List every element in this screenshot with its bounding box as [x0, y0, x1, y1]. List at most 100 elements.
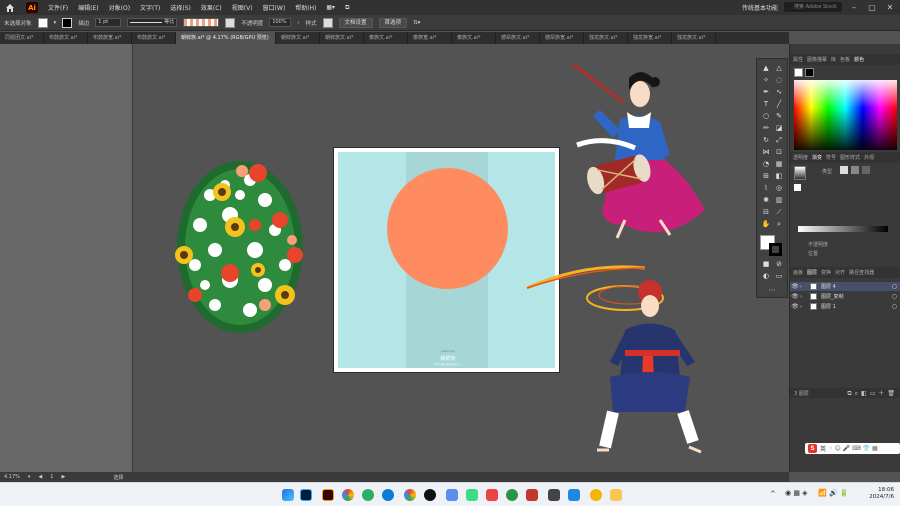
tray-overflow-icon[interactable]: ^ — [770, 490, 776, 498]
more-tools-icon[interactable]: ⋯ — [767, 285, 777, 295]
browser-icon[interactable] — [404, 489, 416, 501]
drum-dancer-illustration[interactable] — [565, 60, 705, 240]
tab-artboards[interactable]: 画板 — [793, 269, 803, 276]
maximize-icon[interactable]: ▢ — [866, 3, 878, 12]
pencil-tool-icon[interactable]: ✏ — [761, 123, 771, 133]
curvature-tool-icon[interactable]: ∿ — [774, 87, 784, 97]
hand-tool-icon[interactable]: ✋ — [761, 219, 771, 229]
expand-arrow-icon[interactable]: › — [800, 294, 802, 300]
magic-wand-tool-icon[interactable]: ✧ — [761, 75, 771, 85]
tab-image-trace[interactable]: 图像描摹 — [807, 56, 827, 63]
app-icon[interactable] — [568, 489, 580, 501]
document-tab[interactable]: 朝鲜旅文.ai* — [320, 32, 364, 44]
app-icon[interactable] — [526, 489, 538, 501]
app-icon[interactable] — [466, 489, 478, 501]
ime-mode[interactable]: 英 — [820, 444, 826, 453]
eyedropper-tool-icon[interactable]: ⌇ — [761, 183, 771, 193]
start-windows-icon[interactable] — [282, 489, 294, 501]
color-mode-icon[interactable]: ■ — [761, 259, 771, 269]
zoom-tool-icon[interactable]: ⌕ — [774, 219, 784, 229]
menu-window[interactable]: 窗口(W) — [263, 3, 286, 12]
lasso-tool-icon[interactable]: ◌ — [774, 75, 784, 85]
document-tab[interactable]: 独龙族宽.ai* — [628, 32, 672, 44]
expand-arrow-icon[interactable]: › — [800, 284, 802, 290]
brush-definition-field[interactable] — [183, 18, 220, 27]
blend-tool-icon[interactable]: ◎ — [774, 183, 784, 193]
share-icon[interactable]: ⧉ — [345, 4, 349, 12]
target-circle-icon[interactable]: ○ — [892, 303, 897, 310]
app-icon[interactable] — [506, 489, 518, 501]
network-volume-icons[interactable]: 📶 🔊 🔋 — [818, 489, 849, 497]
chevron-down-icon[interactable]: ▾ — [54, 20, 57, 26]
menu-file[interactable]: 文件(F) — [48, 3, 68, 12]
menu-type[interactable]: 文字(T) — [140, 3, 160, 12]
document-tab[interactable]: 布鼓旅文.ai* — [132, 32, 176, 44]
expand-arrow-icon[interactable]: › — [800, 304, 802, 310]
linear-gradient-button[interactable] — [840, 166, 848, 174]
document-tab[interactable]: 布鼓旅文.ai* — [44, 32, 88, 44]
tab-align[interactable]: 对齐 — [835, 269, 845, 276]
menu-effect[interactable]: 效果(C) — [201, 3, 222, 12]
line-tool-icon[interactable]: ╱ — [774, 99, 784, 109]
prev-artboard-icon[interactable]: ◀ — [38, 474, 42, 480]
layer-actions-icons[interactable]: ⧉⌕◧▭＋🗑 — [847, 388, 900, 398]
document-tab[interactable]: 独龙族文.ai* — [584, 32, 628, 44]
tab-symbols[interactable]: 符号 — [826, 154, 836, 161]
orange-sun-circle[interactable] — [387, 168, 508, 289]
ribbon-dancer-illustration[interactable] — [525, 262, 710, 462]
document-tab[interactable]: 德昂族文.ai* — [496, 32, 540, 44]
home-icon[interactable] — [4, 2, 16, 14]
edge-icon[interactable] — [382, 489, 394, 501]
tab-pathfinder[interactable]: 路径查找器 — [849, 269, 874, 276]
sogou-logo-icon[interactable]: S — [808, 444, 817, 453]
layer-row[interactable]: 👁 › 图层 1 ○ — [790, 302, 900, 311]
tab-color[interactable]: 颜色 — [854, 56, 864, 63]
tab-gradient[interactable]: 渐变 — [812, 154, 822, 161]
zoom-level[interactable]: 4.17% — [4, 474, 20, 480]
pen-tool-icon[interactable]: ✒ — [761, 87, 771, 97]
radial-gradient-button[interactable] — [851, 166, 859, 174]
free-transform-tool-icon[interactable]: ⊡ — [774, 147, 784, 157]
freeform-gradient-button[interactable] — [862, 166, 870, 174]
zoom-dropdown-icon[interactable]: ▾ — [28, 474, 31, 480]
workspace-switcher[interactable]: 传统基本功能 — [742, 3, 778, 12]
tab-graphic-styles[interactable]: 图形样式 — [840, 154, 860, 161]
document-setup-button[interactable]: 文档设置 — [338, 17, 373, 28]
direct-selection-tool-icon[interactable]: △ — [774, 63, 784, 73]
perspective-grid-tool-icon[interactable]: ▦ — [774, 159, 784, 169]
menu-view[interactable]: 视图(V) — [232, 3, 253, 12]
document-tab[interactable]: 傣族宽.ai* — [408, 32, 452, 44]
mesh-tool-icon[interactable]: ⊞ — [761, 171, 771, 181]
artboard-number[interactable]: 1 — [50, 474, 53, 480]
layer-row[interactable]: 👁 › 图层 4 ○ — [790, 282, 900, 291]
flower-bouquet-illustration[interactable] — [170, 155, 320, 335]
menu-edit[interactable]: 编辑(E) — [78, 3, 98, 12]
column-graph-tool-icon[interactable]: ▥ — [774, 195, 784, 205]
app-icon[interactable] — [548, 489, 560, 501]
wechat-icon[interactable] — [362, 489, 374, 501]
document-tab-active[interactable]: 朝鲜族.ai* @ 4.17% (RGB/GPU 预览) — [176, 32, 276, 44]
document-tab[interactable]: 独龙族文.ai* — [672, 32, 716, 44]
tab-libraries[interactable]: 库 — [831, 56, 836, 63]
document-tab[interactable]: 布鼓旅宽.ai* — [88, 32, 132, 44]
illustrator-taskbar-icon[interactable] — [322, 489, 334, 501]
menu-object[interactable]: 对象(O) — [109, 3, 130, 12]
visibility-eye-icon[interactable]: 👁 — [790, 303, 800, 310]
document-tab[interactable]: 傣族文.ai* — [452, 32, 496, 44]
stock-search-input[interactable]: 搜索 Adobe Stock — [784, 2, 842, 12]
photoshop-icon[interactable] — [300, 489, 312, 501]
menu-help[interactable]: 帮助(H) — [295, 3, 316, 12]
tab-transform[interactable]: 变换 — [821, 269, 831, 276]
tab-appearance[interactable]: 外观 — [864, 154, 874, 161]
tray-icons[interactable]: ◉ ▦ ◈ — [785, 489, 808, 497]
visibility-eye-icon[interactable]: 👁 — [790, 283, 800, 290]
chevron-right-icon[interactable]: › — [297, 20, 299, 26]
width-tool-icon[interactable]: ⋈ — [761, 147, 771, 157]
paintbrush-tool-icon[interactable]: ✎ — [774, 111, 784, 121]
arrange-documents-icon[interactable]: ▦▾ — [326, 4, 335, 11]
fill-swatch[interactable] — [37, 17, 48, 28]
tab-layers[interactable]: 图层 — [807, 269, 817, 276]
color-spectrum-picker[interactable] — [794, 80, 897, 150]
stroke-profile-field[interactable]: 等比 — [127, 18, 178, 27]
document-tab[interactable]: 德昂族宽.ai* — [540, 32, 584, 44]
